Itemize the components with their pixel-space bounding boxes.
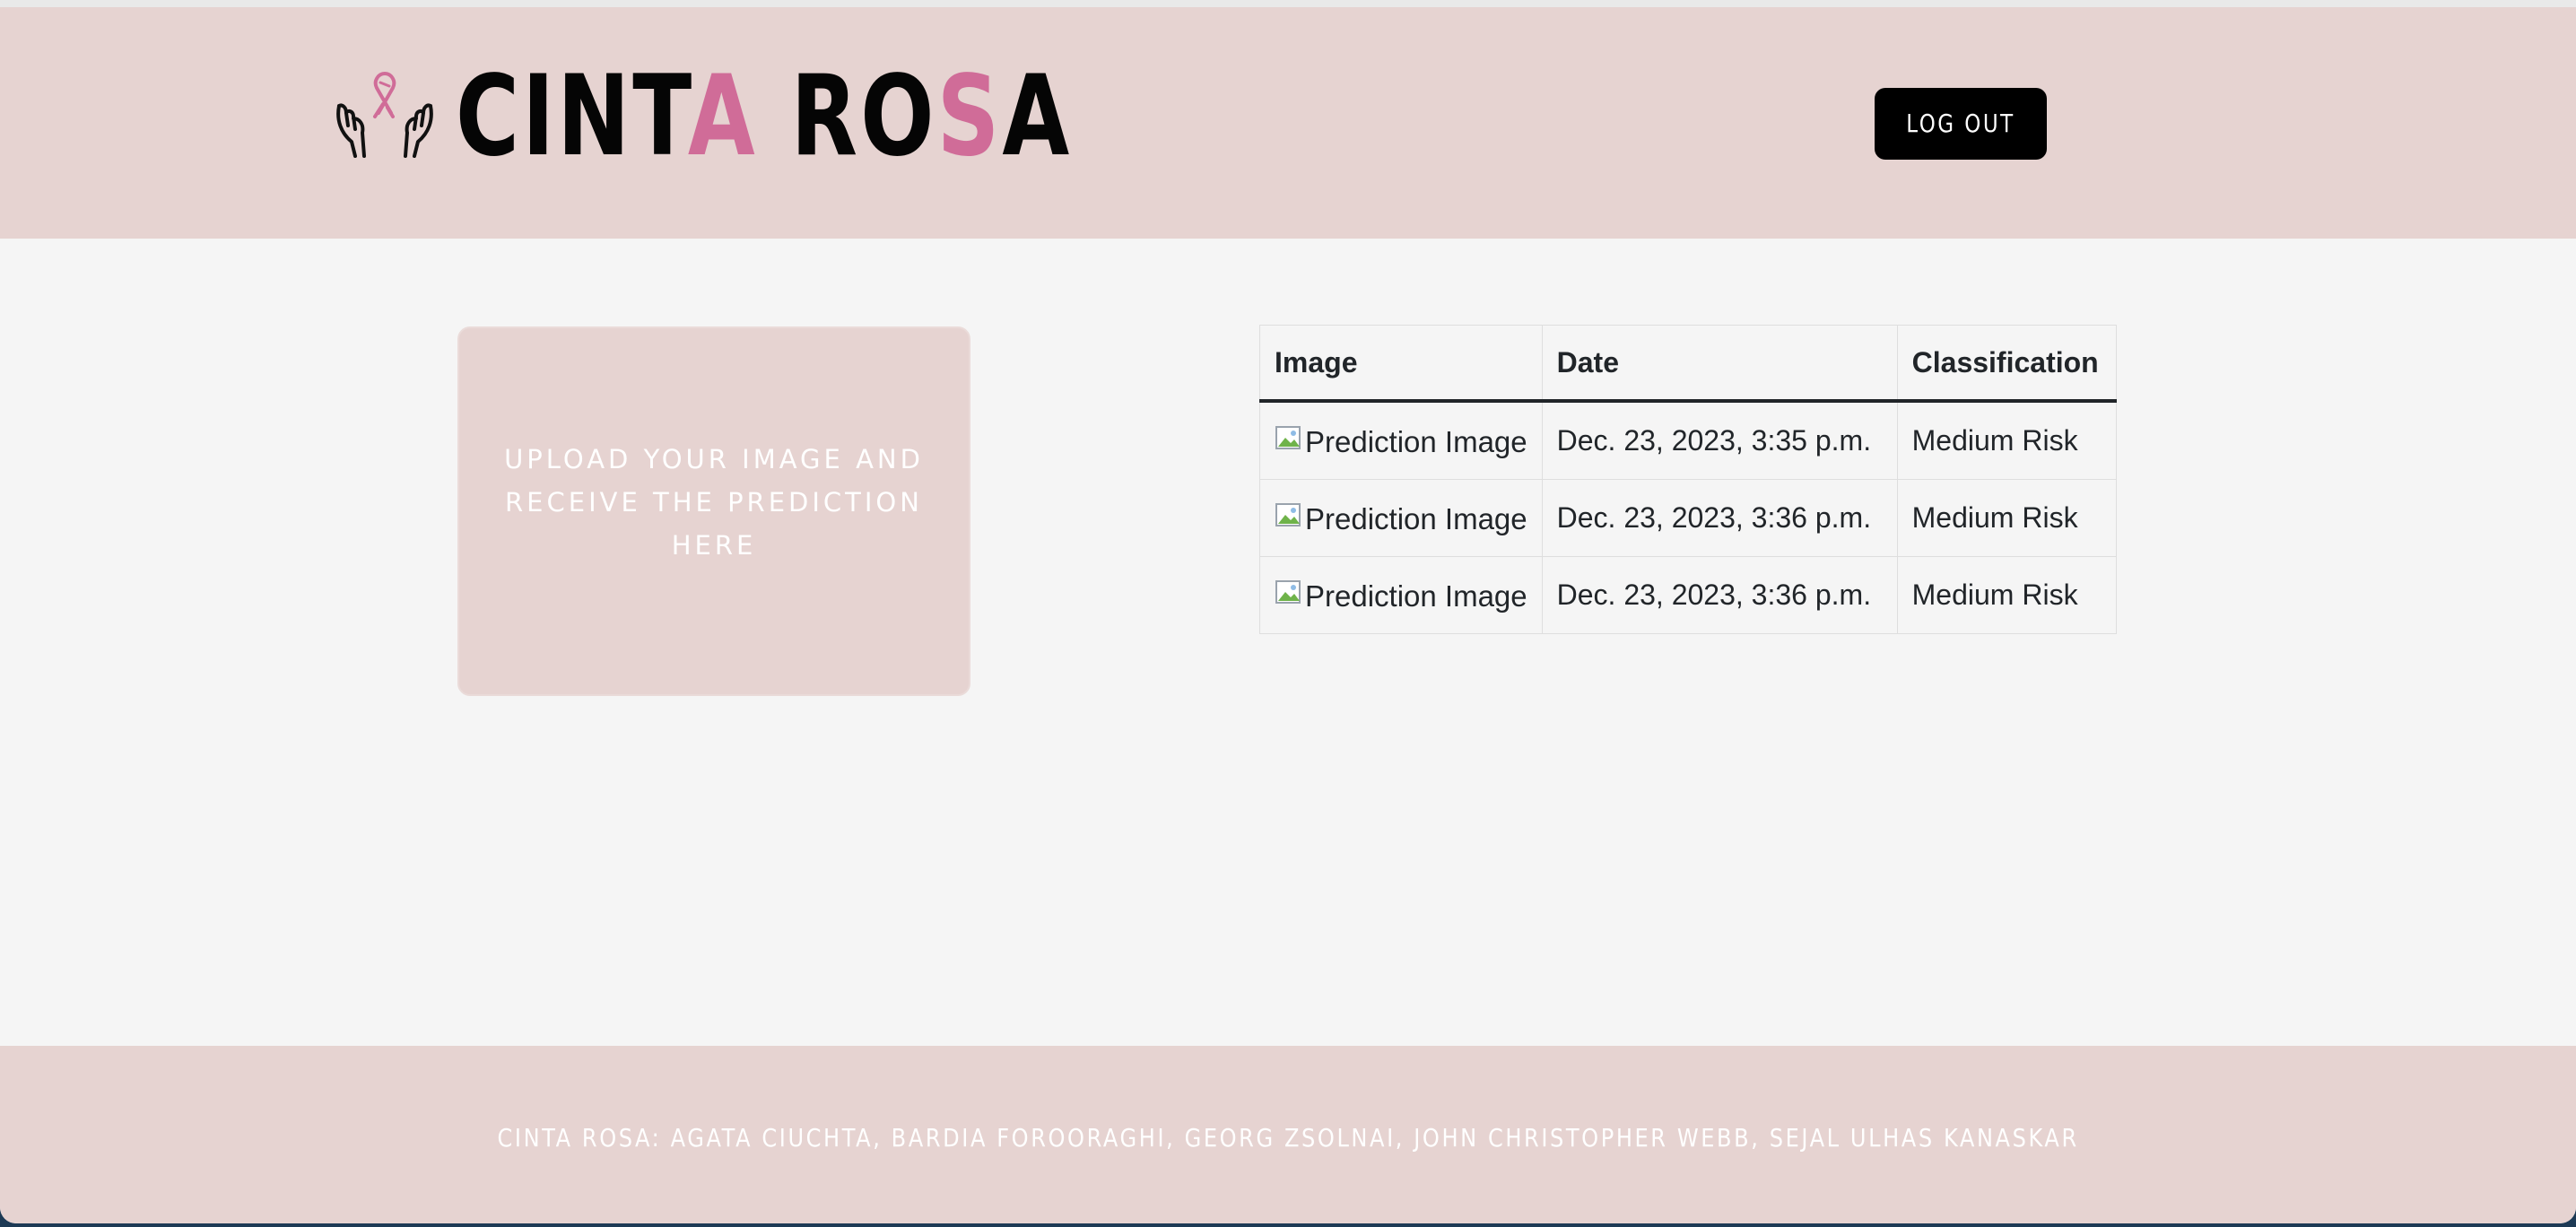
- prediction-image-cell: Prediction Image: [1259, 479, 1543, 557]
- site-footer: CINTA ROSA: AGATA CIUCHTA, BARDIA FOROOR…: [0, 1046, 2576, 1223]
- logout-button-label: LOG OUT: [1906, 109, 2015, 138]
- brand-name-accent: S: [936, 52, 1003, 181]
- brand-name-part: CINT: [456, 52, 688, 181]
- table-row: Prediction Image Dec. 23, 2023, 3:35 p.m…: [1259, 400, 2117, 480]
- table-header-row: Image Date Classification: [1259, 325, 2117, 403]
- brand-name-part: RO: [757, 52, 937, 181]
- broken-image-icon: [1275, 426, 1301, 449]
- prediction-image-alt: Prediction Image: [1305, 579, 1527, 613]
- brand-name-accent: A: [687, 52, 758, 181]
- prediction-image-alt: Prediction Image: [1305, 502, 1527, 535]
- predictions-table: Image Date Classification Prediction Ima…: [1259, 325, 2117, 634]
- column-header-classification: Classification: [1896, 325, 2117, 403]
- prediction-image-cell: Prediction Image: [1259, 556, 1543, 634]
- table-row: Prediction Image Dec. 23, 2023, 3:36 p.m…: [1259, 479, 2117, 557]
- footer-credits: CINTA ROSA: AGATA CIUCHTA, BARDIA FOROOR…: [0, 1123, 2576, 1153]
- brand-name-part: A: [1002, 52, 1073, 181]
- site-header: CINTA ROSA LOG OUT: [0, 7, 2576, 239]
- footer-credits-text: CINTA ROSA: AGATA CIUCHTA, BARDIA FOROOR…: [497, 1123, 2079, 1153]
- broken-image-icon: [1275, 503, 1301, 526]
- column-header-date: Date: [1541, 325, 1898, 403]
- broken-image-icon: [1275, 580, 1301, 604]
- prediction-date: Dec. 23, 2023, 3:36 p.m.: [1541, 479, 1898, 557]
- upload-instructions: UPLOAD YOUR IMAGE AND RECEIVE THE PREDIC…: [504, 444, 924, 561]
- brand-name: CINTA ROSA: [456, 54, 1072, 179]
- column-header-image: Image: [1259, 325, 1543, 403]
- prediction-image: Prediction Image: [1275, 502, 1527, 536]
- prediction-image: Prediction Image: [1275, 579, 1527, 614]
- upload-dropzone[interactable]: UPLOAD YOUR IMAGE AND RECEIVE THE PREDIC…: [457, 326, 970, 696]
- table-row: Prediction Image Dec. 23, 2023, 3:36 p.m…: [1259, 556, 2117, 634]
- prediction-image: Prediction Image: [1275, 425, 1527, 459]
- ribbon-in-hands-icon: [336, 72, 433, 158]
- prediction-date: Dec. 23, 2023, 3:36 p.m.: [1541, 556, 1898, 634]
- page: CINTA ROSA LOG OUT UPLOAD YOUR IMAGE AND…: [0, 0, 2576, 1223]
- prediction-classification: Medium Risk: [1896, 479, 2117, 557]
- prediction-image-alt: Prediction Image: [1305, 425, 1527, 458]
- prediction-image-cell: Prediction Image: [1259, 400, 1543, 480]
- prediction-classification: Medium Risk: [1896, 556, 2117, 634]
- prediction-classification: Medium Risk: [1896, 400, 2117, 480]
- prediction-date: Dec. 23, 2023, 3:35 p.m.: [1541, 400, 1898, 480]
- logout-button[interactable]: LOG OUT: [1875, 88, 2047, 160]
